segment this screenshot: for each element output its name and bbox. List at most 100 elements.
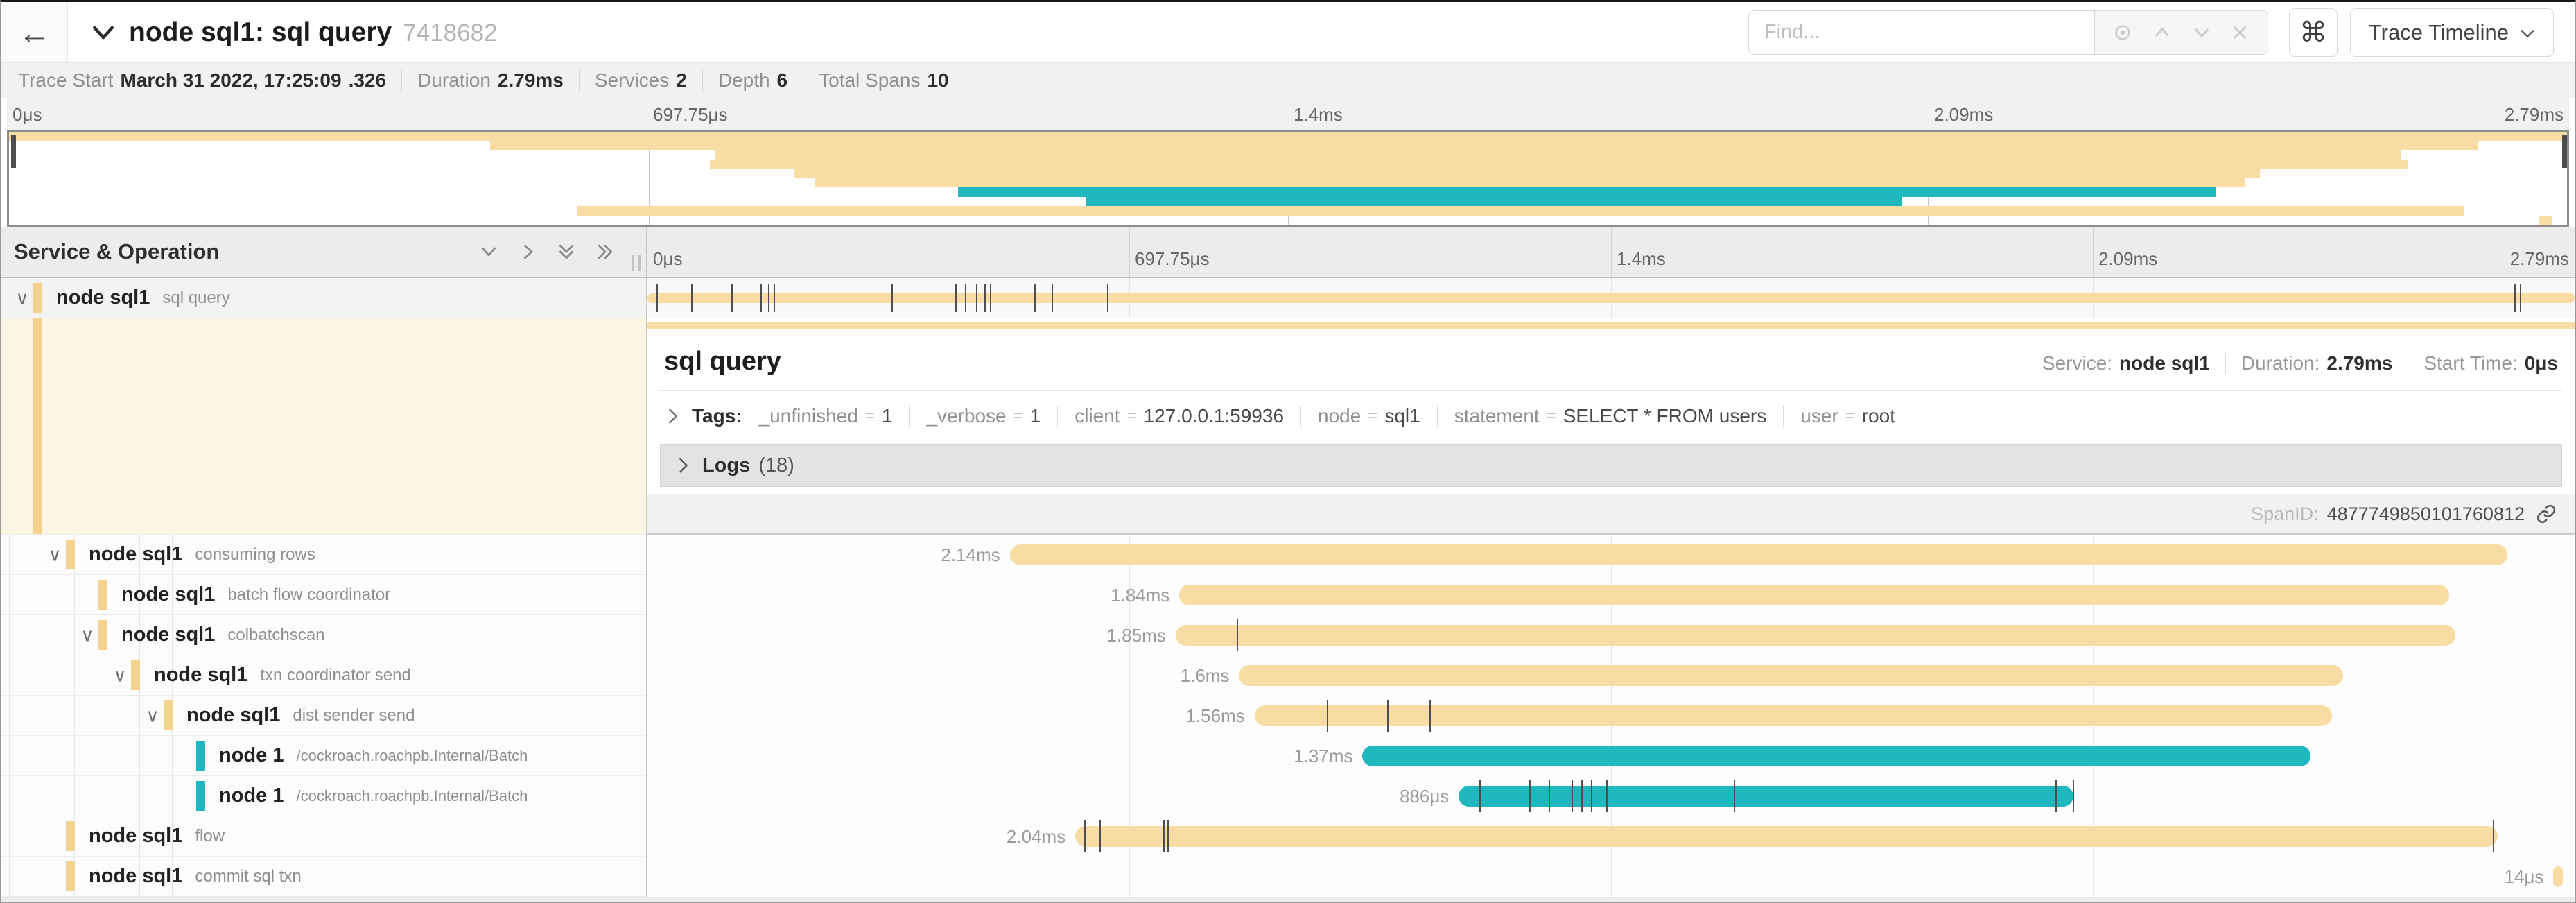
collapse-all-icon[interactable] [556, 241, 577, 262]
span-bar[interactable] [1255, 705, 2332, 726]
span-bar[interactable] [1176, 625, 2455, 646]
span-bar-row-5[interactable]: 1.56ms [647, 696, 2575, 736]
minimap-span-bar [815, 178, 2245, 187]
minimap-span-bar [715, 150, 2401, 160]
trace-metadata-bar: Trace StartMarch 31 2022, 17:25:09.326 D… [1, 63, 2575, 98]
equals-sign: = [865, 406, 875, 426]
log-marker-tick [2055, 780, 2057, 812]
tag-separator [909, 406, 910, 427]
minimap-span-bar [958, 187, 2216, 196]
minimap-right-scrubber[interactable] [2562, 135, 2567, 168]
tree-header-icons [478, 241, 636, 262]
log-marker-tick [1034, 284, 1036, 312]
span-service-name: node sql1 [186, 704, 280, 727]
span-color-accent [131, 660, 140, 690]
expand-one-icon[interactable] [517, 241, 538, 262]
minimap-left-scrubber[interactable] [11, 135, 16, 168]
span-detail-card: sql query Service:node sql1 Duration:2.7… [647, 318, 2575, 535]
span-tree-row-0[interactable]: ∨node sql1sql query [1, 278, 646, 318]
span-bar[interactable] [647, 293, 2575, 303]
find-prev-icon[interactable] [2151, 22, 2173, 44]
span-bar-row-1[interactable]: 2.14ms [647, 535, 2575, 575]
span-tree-row-7[interactable]: node 1/cockroach.roachpb.Internal/Batch [1, 776, 646, 816]
command-icon: ⌘ [2299, 17, 2327, 48]
tag-key: _verbose [926, 405, 1006, 427]
gridline [1129, 227, 1130, 277]
span-duration-label: 886μs [1400, 776, 1459, 816]
span-tree-row-6[interactable]: node 1/cockroach.roachpb.Internal/Batch [1, 736, 646, 776]
span-bar-row-6[interactable]: 1.37ms [647, 736, 2575, 776]
collapse-one-icon[interactable] [478, 241, 499, 262]
minimap-span-row [9, 169, 2567, 178]
span-color-accent [98, 620, 107, 650]
span-bar[interactable] [1459, 786, 2073, 807]
find-next-icon[interactable] [2191, 22, 2213, 44]
span-color-accent [196, 781, 205, 811]
span-service-name: node sql1 [154, 664, 247, 687]
ruler-tick-label: 2.09ms [1934, 104, 1993, 126]
span-bar[interactable] [1362, 746, 2310, 766]
span-bar-row-2[interactable]: 1.84ms [647, 575, 2575, 615]
tag-separator [1783, 406, 1784, 427]
link-icon[interactable] [2536, 504, 2557, 524]
minimap-span-row [9, 150, 2567, 160]
chevron-down-icon[interactable]: ∨ [42, 544, 67, 565]
span-tree-row-2[interactable]: node sql1batch flow coordinator [1, 575, 646, 615]
find-input[interactable] [1748, 10, 2095, 55]
span-tree-row-1[interactable]: ∨node sql1consuming rows [1, 535, 646, 575]
span-bar-row-0[interactable] [647, 278, 2575, 318]
log-marker-tick [2520, 284, 2521, 312]
detail-service-value: node sql1 [2119, 352, 2210, 375]
span-tree-row-9[interactable]: node sql1commit sql txn [1, 857, 646, 897]
chevron-down-icon [2520, 20, 2535, 45]
span-bar-row-9[interactable]: 14μs [647, 857, 2575, 897]
log-marker-tick [1099, 820, 1101, 852]
timeline-minimap[interactable] [7, 130, 2569, 227]
span-duration-label: 1.84ms [1111, 575, 1179, 615]
collapse-trace-chevron-icon[interactable] [92, 24, 115, 41]
ruler-tick-label: 0μs [653, 248, 682, 270]
span-service-name: node 1 [219, 784, 284, 807]
trace-timeline-dropdown[interactable]: Trace Timeline [2350, 8, 2554, 57]
back-arrow-icon: ← [19, 15, 51, 51]
span-tree-row-8[interactable]: node sql1flow [1, 816, 646, 857]
span-service-name: node 1 [219, 744, 284, 767]
chevron-down-icon[interactable]: ∨ [107, 664, 132, 686]
detail-service-label: Service: [2042, 352, 2112, 375]
chevron-down-icon[interactable]: ∨ [10, 287, 35, 309]
span-bar[interactable] [1010, 544, 2507, 565]
span-duration-label: 1.6ms [1181, 655, 1239, 696]
locate-icon[interactable] [2112, 22, 2134, 44]
tags-row[interactable]: Tags: _unfinished=1_verbose=1client=127.… [647, 391, 2575, 427]
keyboard-shortcuts-button[interactable]: ⌘ [2289, 8, 2338, 57]
span-bar[interactable] [1239, 665, 2343, 686]
expand-all-icon[interactable] [595, 241, 616, 262]
find-clear-icon[interactable] [2229, 22, 2250, 43]
span-bar-row-3[interactable]: 1.85ms [647, 615, 2575, 655]
log-marker-tick [656, 284, 658, 312]
column-resizer-handle[interactable] [632, 255, 641, 271]
trace-depth: Depth6 [702, 69, 803, 92]
chevron-down-icon[interactable]: ∨ [140, 705, 165, 726]
tree-body: ∨node sql1sql query ∨node sql1consuming … [1, 278, 646, 897]
back-button[interactable]: ← [1, 2, 68, 62]
span-bar-row-7[interactable]: 886μs [647, 776, 2575, 816]
span-bar-row-4[interactable]: 1.6ms [647, 655, 2575, 696]
log-marker-tick [1734, 780, 1735, 812]
minimap-ruler: 0μs697.75μs1.4ms2.09ms2.79ms [7, 98, 2569, 130]
span-tree-row-5[interactable]: ∨node sql1dist sender send [1, 696, 646, 736]
timeline-panel: 0μs697.75μs1.4ms2.09ms2.79ms sql query S… [647, 227, 2575, 897]
span-bar[interactable] [1075, 826, 2498, 847]
log-marker-tick [1107, 284, 1108, 312]
tag-key: user [1800, 405, 1838, 427]
logs-row[interactable]: Logs (18) [660, 444, 2562, 487]
span-tree-row-4[interactable]: ∨node sql1txn coordinator send [1, 655, 646, 696]
span-bar[interactable] [2553, 866, 2563, 887]
minimap-span-bar [1086, 197, 1901, 206]
span-bar-row-8[interactable]: 2.04ms [647, 816, 2575, 857]
span-bar[interactable] [1179, 585, 2449, 605]
chevron-down-icon[interactable]: ∨ [75, 624, 100, 646]
span-tree-row-3[interactable]: ∨node sql1colbatchscan [1, 615, 646, 655]
minimap-span-bar [9, 132, 2567, 141]
tag-separator [1300, 406, 1301, 427]
